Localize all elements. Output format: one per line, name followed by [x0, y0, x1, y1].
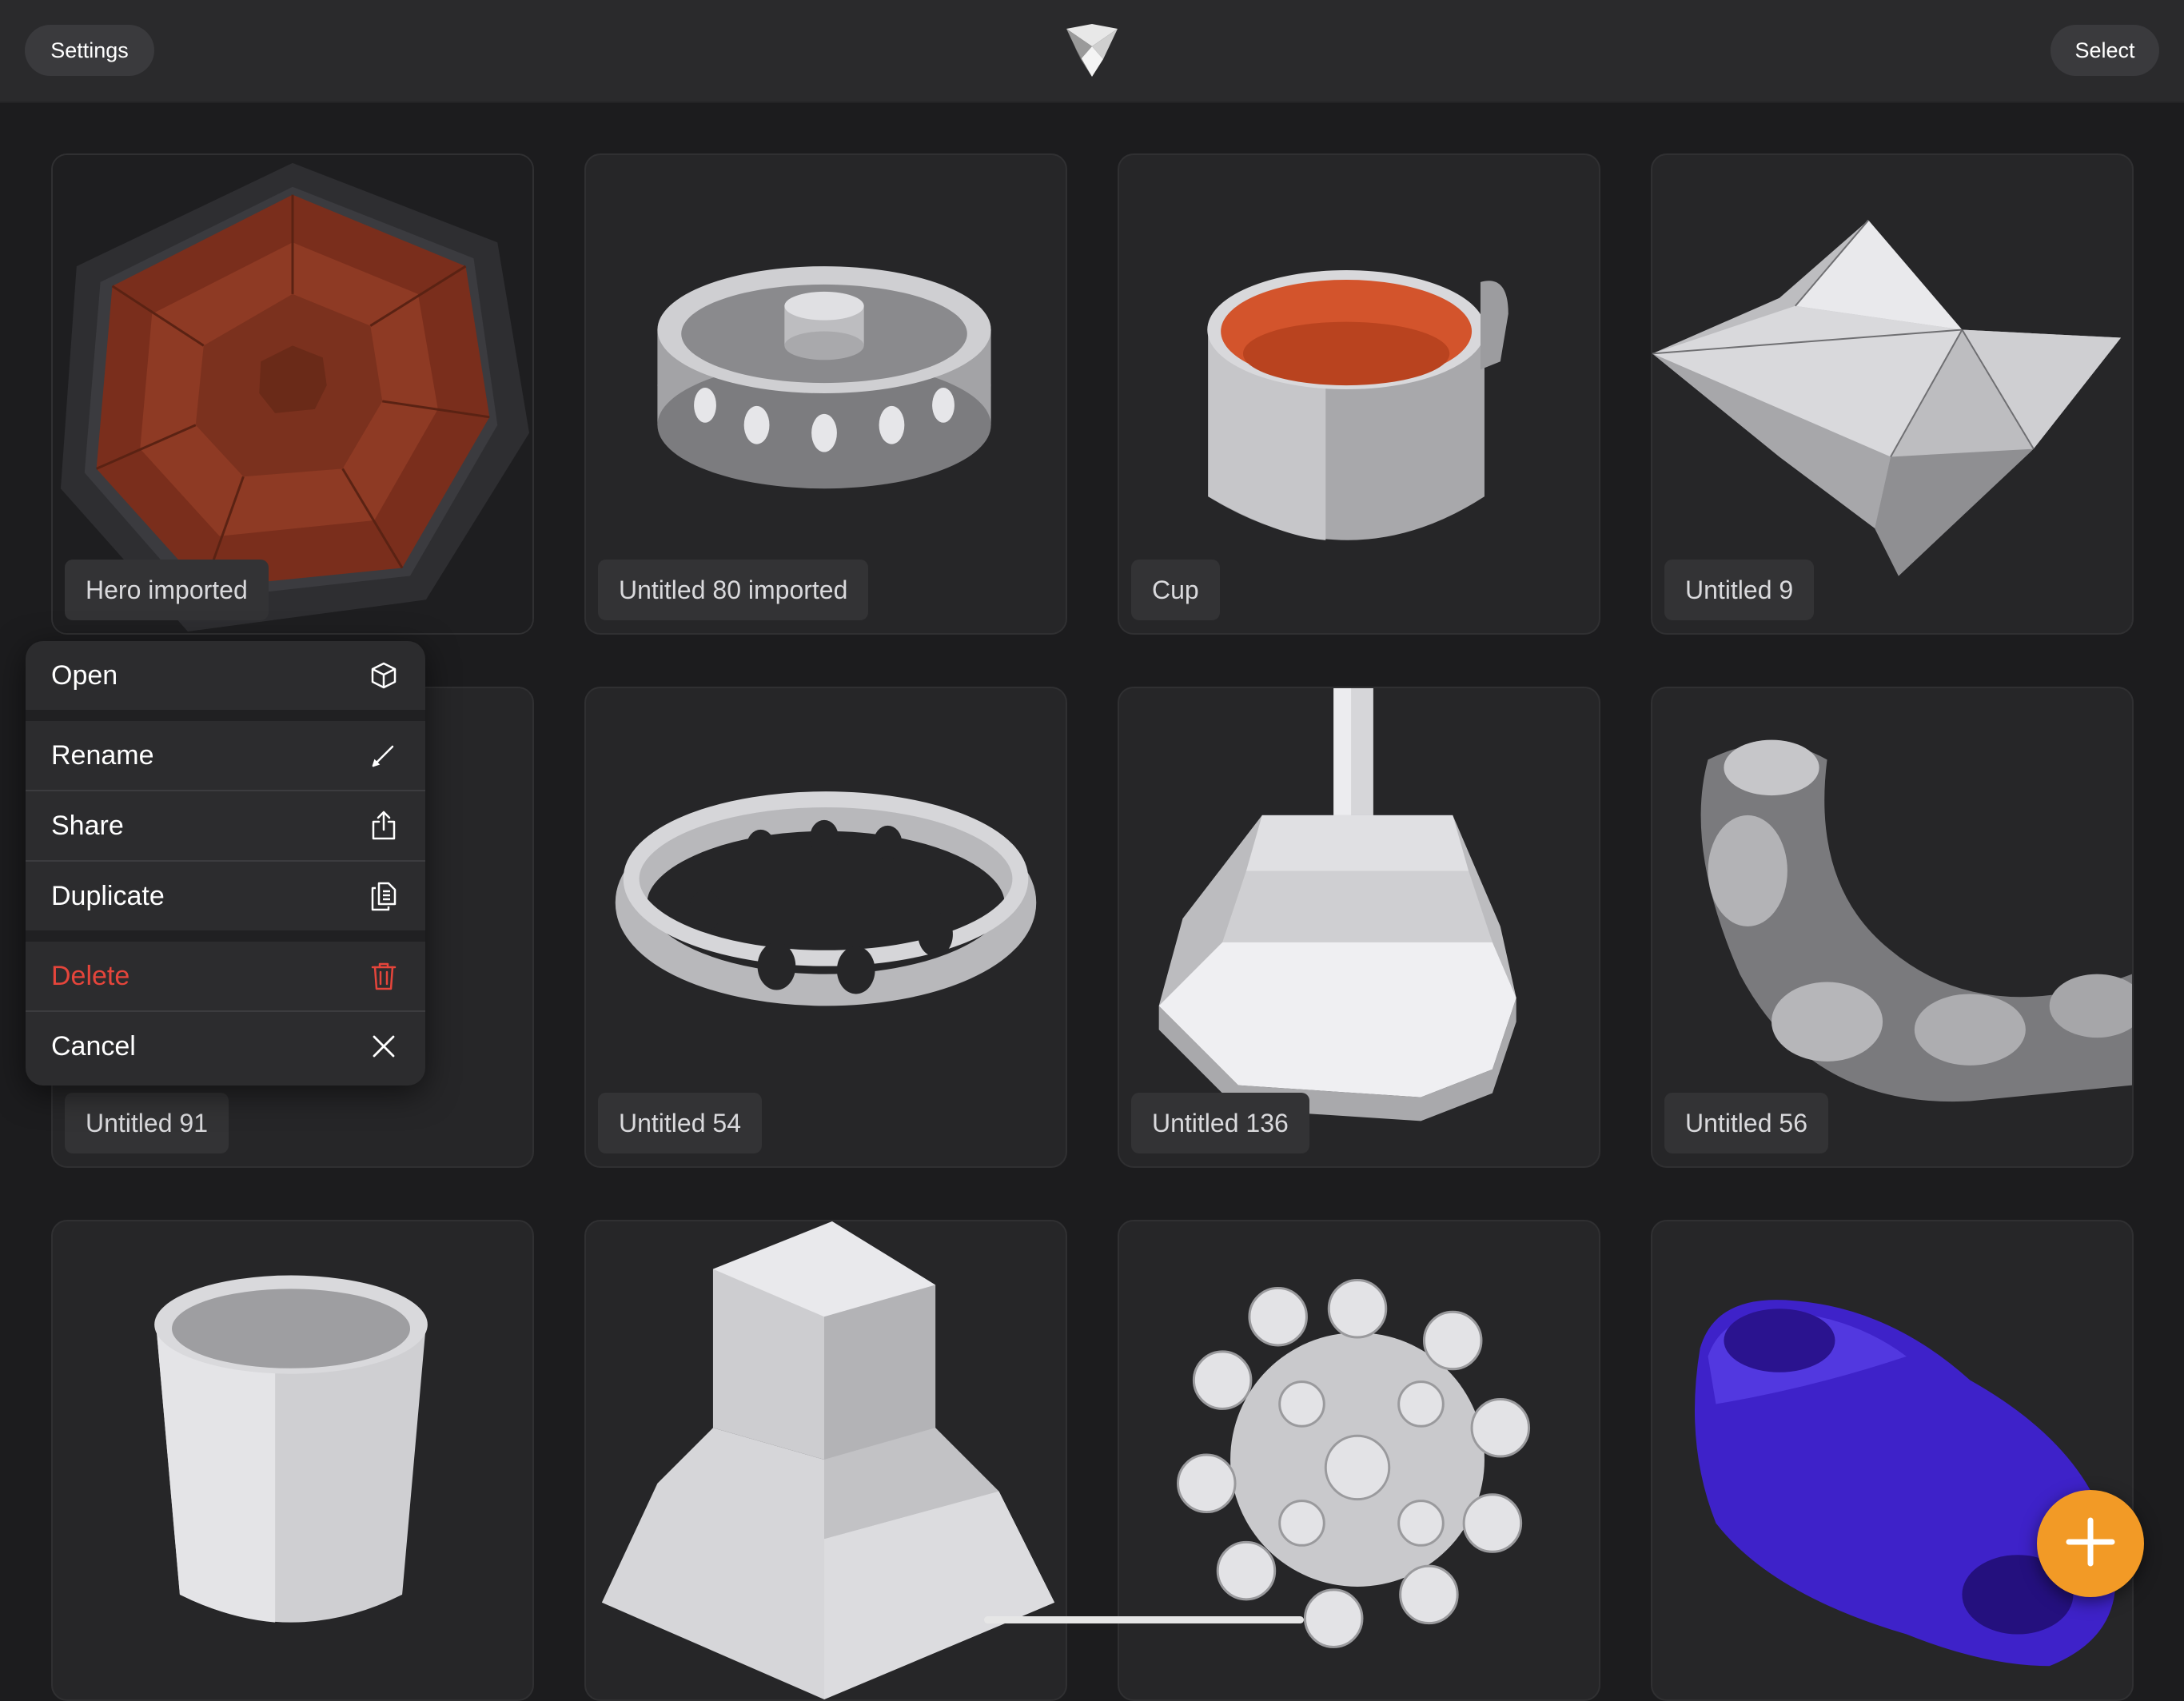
project-card[interactable]	[1118, 1220, 1600, 1701]
menu-item-cancel[interactable]: Cancel	[26, 1012, 425, 1081]
top-bar: Settings Select	[0, 0, 2184, 103]
project-name: Untitled 136	[1131, 1093, 1309, 1153]
menu-item-label: Share	[51, 810, 124, 841]
trash-icon	[368, 960, 400, 992]
project-card[interactable]: Untitled 9	[1651, 153, 2134, 635]
add-project-button[interactable]	[2037, 1490, 2144, 1597]
duplicate-icon	[368, 880, 400, 912]
project-name: Cup	[1131, 560, 1220, 620]
app-logo-icon	[1063, 22, 1121, 78]
cube-icon	[368, 659, 400, 691]
select-button[interactable]: Select	[2050, 25, 2159, 76]
menu-item-label: Open	[51, 659, 118, 691]
project-card[interactable]: Untitled 54	[584, 687, 1067, 1168]
project-name: Untitled 54	[598, 1093, 762, 1153]
share-icon	[368, 810, 400, 842]
context-menu: Open Rename Share Duplicate Delete Cance…	[26, 641, 425, 1086]
menu-item-label: Cancel	[51, 1030, 136, 1062]
project-thumbnail	[154, 1275, 428, 1623]
project-card[interactable]: Untitled 80 imported	[584, 153, 1067, 635]
project-name: Hero imported	[65, 560, 269, 620]
close-icon	[368, 1030, 400, 1062]
project-card[interactable]	[51, 1220, 534, 1701]
menu-item-rename[interactable]: Rename	[26, 721, 425, 790]
project-card[interactable]: Hero imported	[51, 153, 534, 635]
project-card[interactable]: Cup	[1118, 153, 1600, 635]
menu-item-delete[interactable]: Delete	[26, 942, 425, 1010]
project-thumbnail	[601, 1221, 1055, 1699]
home-indicator[interactable]	[984, 1616, 1304, 1623]
project-card[interactable]: Untitled 56	[1651, 687, 2134, 1168]
project-card[interactable]: Untitled 136	[1118, 687, 1600, 1168]
menu-item-open[interactable]: Open	[26, 641, 425, 710]
menu-item-label: Duplicate	[51, 880, 165, 911]
menu-item-label: Rename	[51, 739, 154, 771]
project-name: Untitled 80 imported	[598, 560, 869, 620]
project-thumbnail	[1694, 1300, 2116, 1667]
project-card[interactable]	[1651, 1220, 2134, 1701]
menu-item-share[interactable]: Share	[26, 791, 425, 860]
project-name: Untitled 9	[1664, 560, 1815, 620]
settings-button[interactable]: Settings	[25, 25, 154, 76]
menu-item-label: Delete	[51, 960, 130, 991]
project-card[interactable]	[584, 1220, 1067, 1701]
menu-item-duplicate[interactable]: Duplicate	[26, 862, 425, 930]
project-name: Untitled 91	[65, 1093, 229, 1153]
pencil-icon	[368, 739, 400, 771]
plus-icon	[2064, 1516, 2117, 1572]
project-thumbnail	[1177, 1279, 1531, 1648]
project-name: Untitled 56	[1664, 1093, 1828, 1153]
